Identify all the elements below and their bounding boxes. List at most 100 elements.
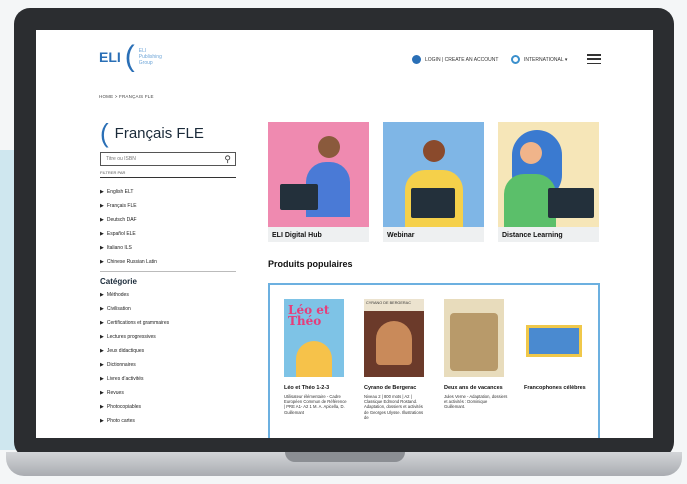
sidebar-item-deutsch[interactable]: ▶ Deutsch DAF [100,213,240,227]
triangle-icon: ▶ [100,231,104,237]
triangle-icon: ▶ [100,217,104,223]
login-link[interactable]: LOGIN | CREATE AN ACCOUNT [412,55,498,64]
login-label: LOGIN | CREATE AN ACCOUNT [425,56,499,63]
filter-label: FILTRER PAR [100,170,236,178]
cover-illustration [450,313,498,371]
illustration-person-laptop [268,122,369,227]
category-list: ▶ Méthodes ▶ Civilisation ▶ Certifications … [100,288,240,428]
category-item[interactable]: ▶ Lectures progressives [100,330,240,344]
category-heading: Catégorie [100,277,137,286]
product-card[interactable]: Francophones célèbres [524,299,588,394]
title-bracket-icon: ( [100,118,109,148]
tile-label: Webinar [387,232,415,239]
divider [100,271,236,272]
triangle-icon: ▶ [100,376,104,382]
person-head [520,142,542,164]
category-label: Méthodes [106,292,129,298]
triangle-icon: ▶ [100,404,104,410]
laptop-illustration [411,188,455,218]
category-item[interactable]: ▶ Photocopiables [100,400,240,414]
search-placeholder: Titre ou ISBN [106,156,136,162]
book-cover[interactable]: CYRANO DE BERGERAC [364,299,424,377]
category-item[interactable]: ▶ Civilisation [100,302,240,316]
sidebar-item-chinese[interactable]: ▶ Chinese Russian Latin [100,255,240,269]
menu-bar [587,58,601,60]
category-item[interactable]: ▶ Dictionnaires [100,358,240,372]
search-input[interactable]: Titre ou ISBN ⚲ [100,152,236,166]
sidebar-item-label: Français FLE [106,203,137,209]
sidebar-item-label: Español ELE [106,231,136,237]
menu-bar [587,54,601,56]
triangle-icon: ▶ [100,320,104,326]
globe-icon [511,55,520,64]
book-cover[interactable]: Léo et Théo [284,299,344,377]
cover-title: CYRANO DE BERGERAC [364,299,424,311]
book-cover[interactable] [444,299,504,377]
category-item[interactable]: ▶ Livres d’activités [100,372,240,386]
search-icon[interactable]: ⚲ [224,154,231,165]
laptop-notch [285,452,405,462]
triangle-icon: ▶ [100,306,104,312]
category-item[interactable]: ▶ Certifications et grammaires [100,316,240,330]
category-label: Civilisation [106,306,131,312]
book-description: Niveau 2 | 800 mots | A2 | Classique Edm… [364,394,424,420]
laptop-illustration [280,184,318,210]
category-label: Lectures progressives [106,334,156,340]
person-head [318,136,340,158]
triangle-icon: ▶ [100,203,104,209]
breadcrumb[interactable]: HOME > FRANÇAIS FLE [99,94,154,99]
category-label: Revues [106,390,124,396]
category-item[interactable]: ▶ Photo cartes [100,414,240,428]
game-box-illustration [526,325,582,357]
triangle-icon: ▶ [100,245,104,251]
triangle-icon: ▶ [100,189,104,195]
category-label: Photo cartes [106,418,135,424]
illustration-person-laptop [498,122,599,227]
category-item[interactable]: ▶ Méthodes [100,288,240,302]
tile-label: Distance Learning [502,232,563,239]
site-logo[interactable]: ELI ( ELI Publishing Group [99,40,169,73]
product-card[interactable]: Léo et Théo Léo et Théo 1-2-3 Utilisateu… [284,299,348,415]
cover-figure [376,321,412,365]
book-title: Deux ans de vacances [444,385,503,391]
tile-digital-hub[interactable]: ELI Digital Hub [268,122,369,242]
category-item[interactable]: ▶ Jeux didactiques [100,344,240,358]
triangle-icon: ▶ [100,259,104,265]
menu-icon[interactable] [587,54,601,64]
sidebar-item-english[interactable]: ▶ English ELT [100,185,240,199]
cover-figures [296,341,332,377]
laptop-illustration [548,188,594,218]
sidebar-item-francais[interactable]: ▶ Français FLE [100,199,240,213]
triangle-icon: ▶ [100,390,104,396]
sidebar-item-label: Italiano ILS [106,245,132,251]
tile-label: ELI Digital Hub [272,232,322,239]
category-item[interactable]: ▶ Revues [100,386,240,400]
book-title: Francophones célèbres [524,385,586,391]
browser-viewport: ELI ( ELI Publishing Group LOGIN | CREAT… [36,30,653,438]
book-cover[interactable] [524,299,584,377]
category-label: Livres d’activités [106,376,144,382]
sidebar-title-block: ( Français FLE [100,118,240,148]
book-description: Utilisateur élémentaire - Cadre Européen… [284,394,347,415]
international-label: INTERNATIONAL ▾ [524,56,568,63]
book-title: Léo et Théo 1-2-3 [284,385,330,391]
cover-title: Léo et Théo [288,303,330,328]
sidebar-item-label: Deutsch DAF [106,217,137,223]
tile-webinar[interactable]: Webinar [383,122,484,242]
logo-text: ELI Publishing Group [138,48,162,66]
page-title: Français FLE [114,124,204,142]
sidebar-item-label: Chinese Russian Latin [106,259,157,265]
user-icon [412,55,421,64]
product-card[interactable]: Deux ans de vacances Jules Verne - Adapt… [444,299,508,410]
sidebar-item-italiano[interactable]: ▶ Italiano ILS [100,241,240,255]
product-card[interactable]: CYRANO DE BERGERAC Cyrano de Bergerac Ni… [364,299,428,420]
triangle-icon: ▶ [100,292,104,298]
international-selector[interactable]: INTERNATIONAL ▾ [511,55,567,64]
category-label: Jeux didactiques [106,348,145,354]
category-label: Photocopiables [106,404,142,410]
sidebar-item-espanol[interactable]: ▶ Español ELE [100,227,240,241]
tile-distance-learning[interactable]: Distance Learning [498,122,599,242]
logo-bracket-icon: ( [124,40,135,73]
popular-products-box: Léo et Théo Léo et Théo 1-2-3 Utilisateu… [268,283,600,438]
photo-stage: ELI ( ELI Publishing Group LOGIN | CREAT… [0,0,687,484]
